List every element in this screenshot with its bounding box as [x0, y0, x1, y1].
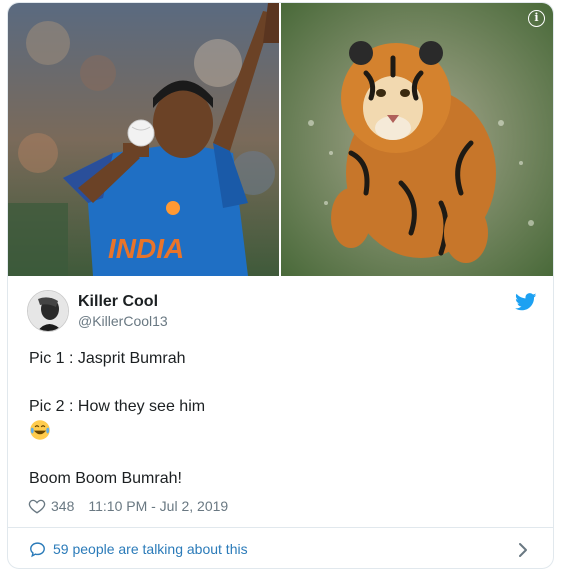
- heart-icon[interactable]: [28, 497, 46, 515]
- author-name[interactable]: Killer Cool: [78, 293, 158, 311]
- tears-of-joy-emoji-icon: [30, 420, 50, 440]
- author-handle[interactable]: @KillerCool13: [78, 313, 168, 329]
- tweet-line-2: Pic 2 : How they see him: [29, 398, 206, 415]
- avatar[interactable]: [27, 290, 69, 332]
- tiger-illustration: [281, 3, 553, 276]
- tweet-timestamp[interactable]: 11:10 PM - Jul 2, 2019: [88, 498, 228, 514]
- speech-bubble-icon: [30, 542, 45, 558]
- like-count[interactable]: 348: [51, 498, 74, 514]
- jersey-text: INDIA: [108, 233, 184, 264]
- info-icon[interactable]: i: [528, 10, 545, 27]
- tweet-header: Killer Cool @KillerCool13: [27, 290, 537, 334]
- tweet-meta: 348 11:10 PM - Jul 2, 2019: [28, 497, 228, 515]
- bowler-photo[interactable]: INDIA: [8, 3, 279, 276]
- avatar-image: [28, 291, 68, 331]
- tweet-text: Pic 1 : Jasprit Bumrah Pic 2 : How they …: [29, 347, 529, 491]
- chevron-right-icon[interactable]: [518, 542, 528, 558]
- talking-about-link[interactable]: 59 people are talking about this: [8, 528, 553, 568]
- talking-about-text[interactable]: 59 people are talking about this: [53, 541, 248, 557]
- twitter-bird-icon[interactable]: [515, 293, 537, 311]
- tweet-line-1: Pic 1 : Jasprit Bumrah: [29, 350, 186, 367]
- tweet-media[interactable]: INDIA i: [8, 3, 553, 276]
- tweet-line-3: Boom Boom Bumrah!: [29, 470, 182, 487]
- bowler-illustration: INDIA: [8, 3, 279, 276]
- tweet-card: INDIA i Killer Cool @KillerCool13 Pic 1 …: [7, 2, 554, 569]
- tiger-photo[interactable]: i: [281, 3, 553, 276]
